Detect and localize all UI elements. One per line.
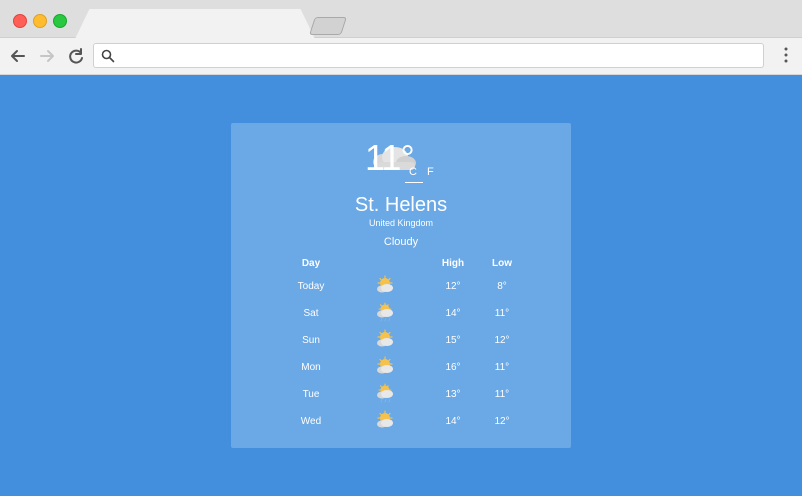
forecast-row: Sat 14° 11°: [289, 300, 529, 327]
search-icon: [101, 49, 115, 63]
forecast-day: Tue: [302, 389, 320, 400]
minimize-window-button[interactable]: [33, 14, 47, 28]
selected-unit-indicator: [405, 182, 423, 183]
more-menu-icon[interactable]: [784, 47, 788, 63]
rain-cloud-icon: [373, 302, 397, 324]
forecast-high: 15°: [445, 335, 461, 346]
celsius-toggle[interactable]: C: [409, 166, 417, 178]
title-bar: [0, 0, 802, 39]
forecast-row: Today 12° 8°: [289, 273, 529, 300]
partly-cloudy-icon: [373, 410, 397, 432]
active-tab[interactable]: [75, 9, 315, 39]
forecast-low: 12°: [494, 335, 510, 346]
forecast-high: 16°: [445, 362, 461, 373]
current-temperature: 11°: [365, 137, 415, 178]
forecast-high: 14°: [445, 416, 461, 427]
back-icon[interactable]: [8, 46, 28, 66]
partly-cloudy-icon: [373, 275, 397, 297]
address-bar[interactable]: [93, 43, 764, 68]
current-weather: 11°: [365, 137, 435, 183]
new-tab-button[interactable]: [309, 17, 347, 35]
low-column-header: Low: [492, 258, 512, 269]
day-column-header: Day: [301, 258, 321, 269]
forecast-day: Today: [297, 281, 325, 292]
forecast-table: Day High Low Today 12° 8° Sat 14° 11° Su…: [289, 257, 529, 435]
partly-cloudy-icon: [373, 329, 397, 351]
weather-condition: Cloudy: [383, 236, 419, 248]
rain-cloud-icon: [373, 383, 397, 405]
forecast-high: 12°: [445, 281, 461, 292]
reload-icon[interactable]: [66, 46, 86, 66]
forecast-high: 13°: [445, 389, 461, 400]
forecast-low: 11°: [494, 308, 510, 319]
forecast-row: Tue 13° 11°: [289, 381, 529, 408]
forecast-low: 8°: [497, 281, 507, 292]
forward-icon[interactable]: [37, 46, 57, 66]
forecast-low: 12°: [494, 416, 510, 427]
maximize-window-button[interactable]: [53, 14, 67, 28]
high-column-header: High: [441, 258, 465, 269]
weather-card: 11° C F St. Helens United Kingdom Cloudy…: [231, 123, 571, 448]
fahrenheit-toggle[interactable]: F: [427, 166, 434, 178]
forecast-row: Sun 15° 12°: [289, 327, 529, 354]
forecast-row: Wed 14° 12°: [289, 408, 529, 435]
close-window-button[interactable]: [13, 14, 27, 28]
forecast-day: Sat: [303, 308, 319, 319]
forecast-day: Mon: [301, 362, 321, 373]
partly-cloudy-icon: [373, 356, 397, 378]
forecast-low: 11°: [494, 362, 510, 373]
city-name: St. Helens: [354, 194, 448, 216]
forecast-row: Mon 16° 11°: [289, 354, 529, 381]
forecast-day: Wed: [300, 416, 322, 427]
forecast-low: 11°: [494, 389, 510, 400]
browser-toolbar: [0, 38, 802, 75]
page-content: 11° C F St. Helens United Kingdom Cloudy…: [0, 75, 802, 496]
forecast-header-row: Day High Low: [289, 257, 529, 273]
forecast-high: 14°: [445, 308, 461, 319]
browser-window: 11° C F St. Helens United Kingdom Cloudy…: [0, 0, 802, 496]
forecast-day: Sun: [302, 335, 320, 346]
country-name: United Kingdom: [368, 218, 434, 228]
